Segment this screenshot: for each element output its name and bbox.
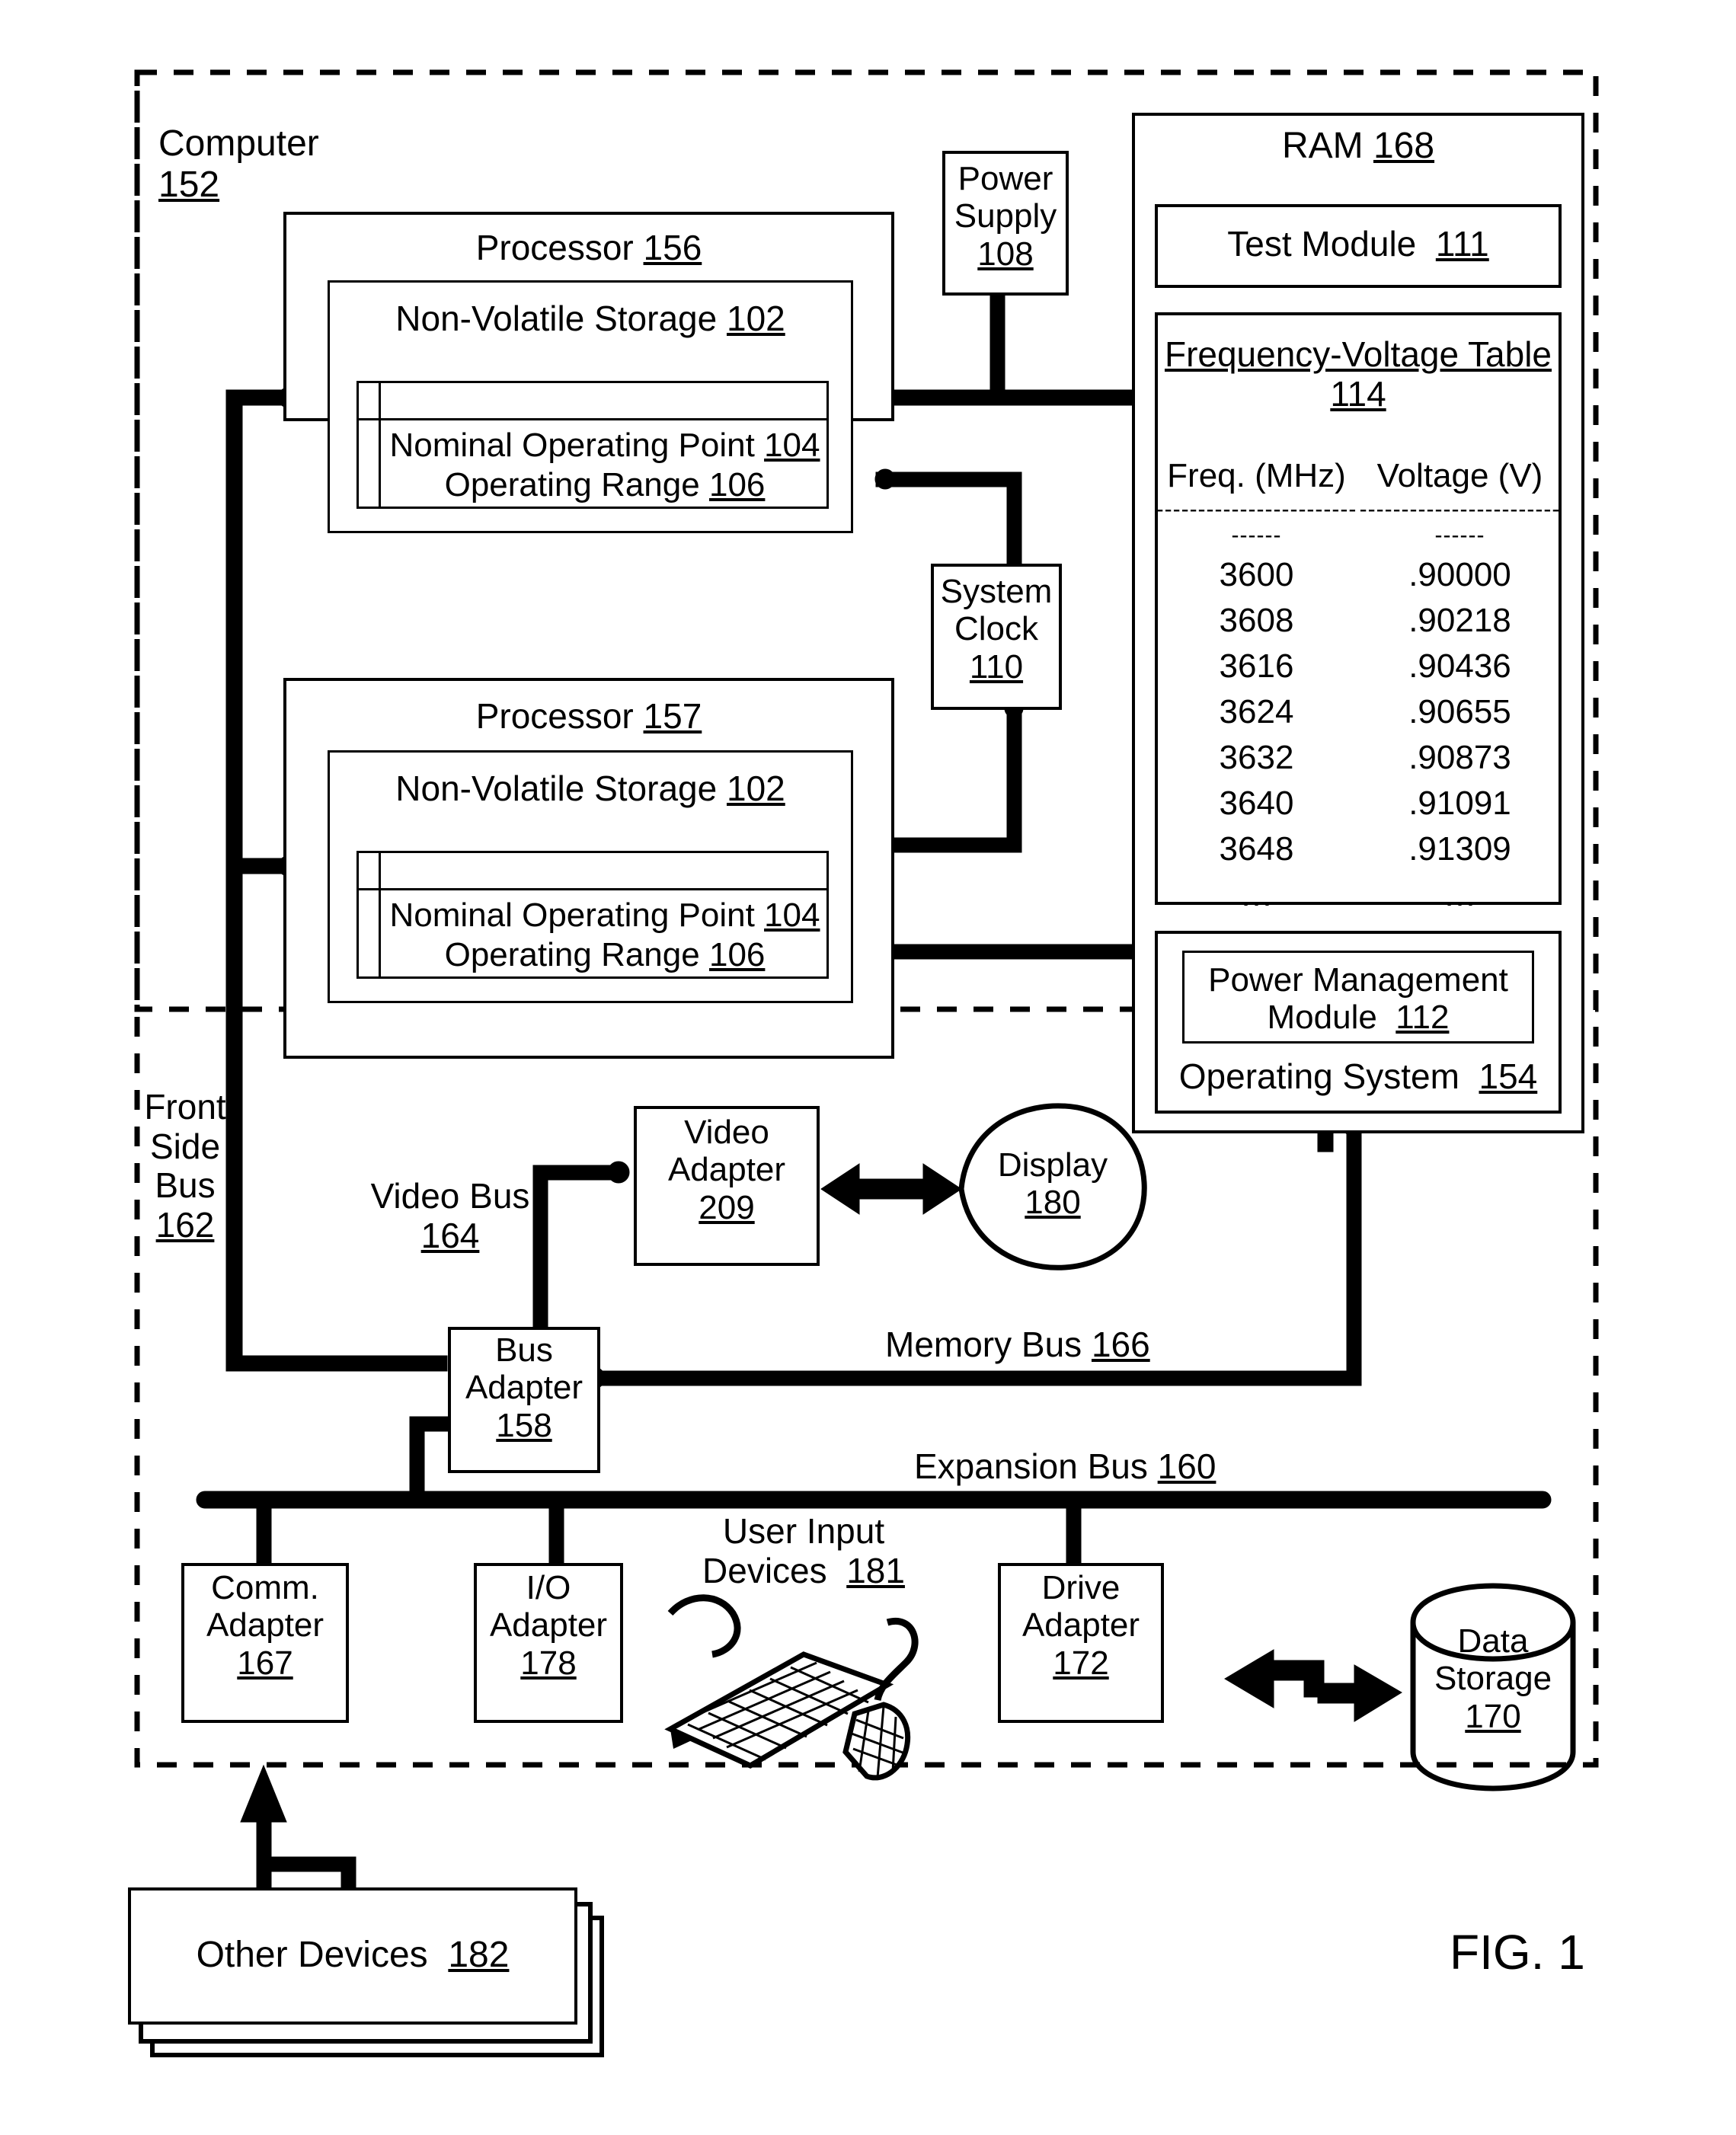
display-label: Display 180 [997,1146,1108,1222]
bus-adapter-label: Bus Adapter 158 [465,1331,583,1444]
freq-cell: … [1239,876,1274,913]
voltage-col-header: Voltage (V) [1376,457,1543,494]
voltage-col-rule: ------------------------------ [1359,497,1561,548]
mouse-icon [842,1617,919,1781]
video-bus-label: Video Bus 164 [370,1176,530,1255]
voltage-cell: .91309 [1408,830,1511,868]
drive-storage-arrow [1224,1649,1402,1722]
voltage-cell: .90655 [1408,693,1511,730]
voltage-cell: .90218 [1408,602,1511,639]
operating-record-divider-a [356,418,829,420]
operating-range-a: Operating Range 106 [444,466,766,503]
voltage-cell: … [1443,876,1477,913]
nominal-operating-point-a: Nominal Operating Point 104 [389,427,820,464]
voltage-cell: .90436 [1408,647,1511,685]
nominal-operating-point-b: Nominal Operating Point 104 [389,897,820,934]
memory-bus-label: Memory Bus 166 [885,1325,1150,1364]
freq-table-content: Freq. (MHz) Voltage (V) ----------------… [1155,457,1562,914]
figure-caption: FIG. 1 [1450,1925,1585,1980]
freq-cell: 3616 [1219,647,1294,685]
data-storage-label: Data Storage 170 [1434,1622,1552,1735]
operating-system-label: Operating System 154 [1178,1056,1538,1096]
freq-table-row: 3608 .90218 [1155,602,1562,640]
operating-record-spine-b [356,851,381,979]
comm-adapter-label: Comm. Adapter 167 [206,1569,325,1682]
freq-table-rows: 3600 .90000 3608 .90218 3616 .90436 3624 .90655… [1155,556,1562,914]
operating-record-divider-b [356,888,829,890]
freq-table-row: …… [1155,876,1562,914]
voltage-cell: .90000 [1408,556,1511,593]
figure-canvas: Computer 152 Processor 156 Non-Volatile … [0,0,1736,2135]
nonvolatile-storage-102-title-b: Non-Volatile Storage 102 [395,769,785,808]
expansion-bus-line [196,1491,1552,1509]
freq-table-row: 3640 .91091 [1155,785,1562,823]
freq-cell: 3648 [1219,830,1294,868]
video-adapter-label: Video Adapter 209 [667,1114,786,1226]
nonvolatile-storage-102-title-a: Non-Volatile Storage 102 [395,299,785,338]
user-input-devices-label: User Input Devices 181 [702,1511,905,1590]
freq-cell: 3640 [1219,785,1294,822]
freq-cell: 3632 [1219,739,1294,776]
voltage-cell: .90873 [1408,739,1511,776]
expansion-bus-label: Expansion Bus 160 [914,1446,1216,1486]
computer-label: Computer 152 [158,123,319,205]
system-clock-label: System Clock 110 [940,573,1053,686]
freq-cell: 3600 [1219,556,1294,593]
freq-table-row: 3648 .91309 [1155,830,1562,868]
freq-cell: 3624 [1219,693,1294,730]
io-adapter-label: I/O Adapter 178 [489,1569,608,1682]
operating-record-spine-a [356,381,381,509]
front-side-bus-label: Front Side Bus 162 [144,1087,226,1245]
freq-cell: 3608 [1219,602,1294,639]
voltage-cell: .91091 [1408,785,1511,822]
power-supply-label: Power Supply 108 [954,160,1057,273]
test-module-label: Test Module 111 [1227,224,1489,264]
processor-157-title: Processor 157 [475,696,702,736]
expansion-drop-wires [256,1500,1082,1570]
other-devices-label: Other Devices 182 [196,1935,510,1975]
freq-table-row: 3624 .90655 [1155,693,1562,731]
operating-range-b: Operating Range 106 [444,936,766,973]
freq-table-row: 3632 .90873 [1155,739,1562,777]
freq-table-row: 3616 .90436 [1155,647,1562,686]
frequency-voltage-table-title: Frequency-Voltage Table 114 [1164,334,1552,414]
video-bus-wire [532,1161,630,1334]
ram-title: RAM 168 [1281,126,1435,166]
keyboard-icon [664,1594,894,1769]
freq-table-row: 3600 .90000 [1155,556,1562,594]
power-management-module-label: Power Management Module 112 [1208,961,1508,1037]
freq-col-rule: ------------------------------ [1156,497,1357,548]
processor-156-title: Processor 156 [475,228,702,267]
video-display-arrow [820,1163,962,1215]
drive-adapter-label: Drive Adapter 172 [1021,1569,1140,1682]
freq-col-header: Freq. (MHz) [1167,457,1346,494]
